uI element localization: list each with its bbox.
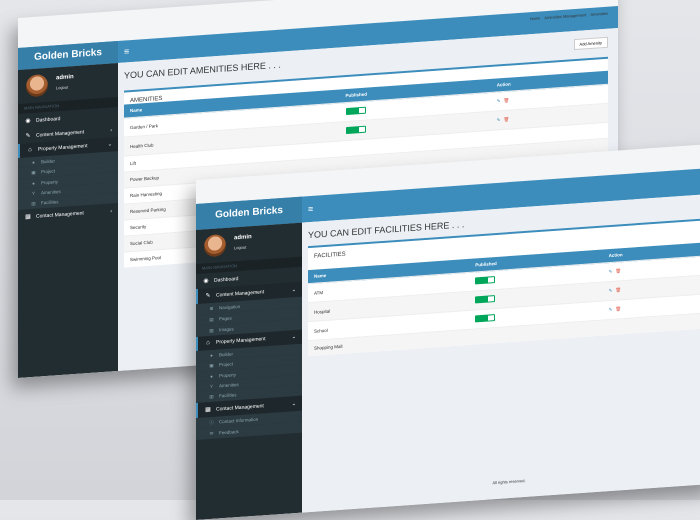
home-icon: ⌂ (26, 147, 34, 154)
home-icon: ⌂ (204, 340, 212, 347)
delete-icon[interactable]: 🗑 (503, 117, 509, 122)
building-icon: ▣ (30, 169, 37, 175)
published-toggle[interactable] (475, 295, 495, 303)
dashboard-icon: ◉ (202, 277, 210, 285)
bank-icon: ▥ (30, 200, 37, 206)
delete-icon[interactable]: 🗑 (615, 287, 621, 292)
chevron-left-icon: ‹ (110, 127, 112, 133)
user-icon: ● (30, 159, 37, 164)
delete-icon[interactable]: 🗑 (615, 268, 621, 273)
sidebar: admin Logout MAIN NAVIGATION ◉ Dashboard… (18, 63, 118, 378)
page-icon: ▤ (208, 316, 215, 322)
menu-toggle-icon[interactable]: ≡ (124, 40, 129, 62)
add-amenity-button[interactable]: Add Amenity (574, 37, 608, 50)
logout-link[interactable]: Logout (56, 84, 68, 90)
chevron-left-icon: ‹ (110, 208, 112, 214)
edit-icon[interactable]: ✎ (609, 269, 613, 274)
edit-icon[interactable]: ✎ (497, 98, 501, 103)
chevron-down-icon: ⌄ (108, 141, 112, 147)
grid-icon: ▦ (24, 213, 32, 221)
facilities-box: FACILITIES Name Published Action ATM✎🗑Ho… (308, 218, 700, 356)
published-toggle[interactable] (346, 126, 366, 134)
avatar (204, 234, 226, 258)
location-icon: ● (30, 180, 37, 185)
page-title: YOU CAN EDIT AMENITIES HERE . . . (124, 60, 281, 81)
sidebar-item-label: Content Management (216, 289, 264, 298)
sidebar-subitem-label: Property (41, 179, 58, 185)
sidebar-subitem-label: Contact Information (219, 416, 258, 425)
main-content: YOU CAN EDIT FACILITIES HERE . . . FACIL… (302, 194, 700, 513)
sidebar-item-label: Property Management (38, 143, 87, 152)
glass-icon: Y (208, 383, 215, 388)
published-toggle[interactable] (475, 276, 495, 284)
published-toggle[interactable] (346, 107, 366, 115)
glass-icon: Y (30, 190, 37, 195)
edit-icon: ✎ (204, 292, 212, 300)
sidebar-subitem-label: Project (219, 361, 233, 368)
sidebar-item-label: Content Management (36, 129, 84, 138)
sidebar-subitem-label: Project (41, 168, 55, 175)
facilities-window: Golden Bricks ≡ ◉ Ho admin Logout MAIN N… (196, 144, 700, 520)
avatar (26, 74, 48, 98)
delete-icon[interactable]: 🗑 (615, 306, 621, 311)
sidebar-item-label: Contact Management (36, 210, 84, 219)
building-icon: ▣ (208, 362, 215, 368)
info-icon: ⓘ (208, 419, 215, 425)
breadcrumb-home[interactable]: Home (530, 15, 541, 21)
footer: All rights reserved. (302, 465, 700, 499)
facilities-table: Name Published Action ATM✎🗑Hospital✎🗑Sch… (308, 242, 700, 356)
user-name: admin (56, 74, 74, 81)
sidebar-subitem-label: Pages (219, 315, 232, 322)
sidebar-item-label: Dashboard (36, 116, 60, 124)
sidebar-subitem-label: Builder (219, 351, 233, 357)
edit-icon[interactable]: ✎ (497, 117, 501, 122)
chevron-down-icon: ⌄ (292, 287, 296, 293)
user-panel: admin Logout (18, 63, 118, 104)
sidebar-subitem-label: Property (219, 372, 236, 378)
logout-link[interactable]: Logout (234, 244, 246, 250)
chevron-down-icon: ⌄ (292, 401, 296, 407)
dashboard-icon: ◉ (24, 117, 32, 125)
chevron-down-icon: ⌄ (292, 334, 296, 340)
delete-icon[interactable]: 🗑 (503, 98, 509, 103)
sidebar-subitem-label: Images (219, 326, 234, 333)
image-icon: ▨ (208, 327, 215, 333)
user-name: admin (234, 234, 252, 241)
user-icon: ● (208, 352, 215, 357)
envelope-icon: ✉ (208, 430, 215, 436)
edit-icon: ✎ (24, 132, 32, 140)
sidebar-subitem-label: Feedback (219, 429, 239, 436)
published-toggle[interactable] (475, 314, 495, 322)
sidebar-subitem-label: Builder (41, 158, 55, 164)
sidebar-subitem-label: Facilities (41, 199, 59, 206)
sidebar-item-label: Property Management (216, 336, 265, 345)
sidebar: admin Logout MAIN NAVIGATION ◉ Dashboard… (196, 223, 302, 520)
sidebar-subitem-label: Amenities (219, 382, 239, 388)
grid-icon: ▦ (204, 406, 212, 414)
bank-icon: ▥ (208, 393, 215, 399)
sitemap-icon: ⊞ (208, 305, 215, 311)
menu-toggle-icon[interactable]: ≡ (308, 196, 313, 222)
sidebar-subitem-label: Navigation (219, 303, 240, 310)
edit-icon[interactable]: ✎ (609, 288, 613, 293)
sidebar-item-label: Dashboard (214, 276, 238, 284)
sidebar-item-label: Contact Management (216, 403, 264, 412)
location-icon: ● (208, 373, 215, 378)
sidebar-subitem-label: Amenities (41, 189, 61, 195)
sidebar-subitem-label: Facilities (219, 392, 237, 399)
edit-icon[interactable]: ✎ (609, 307, 613, 312)
